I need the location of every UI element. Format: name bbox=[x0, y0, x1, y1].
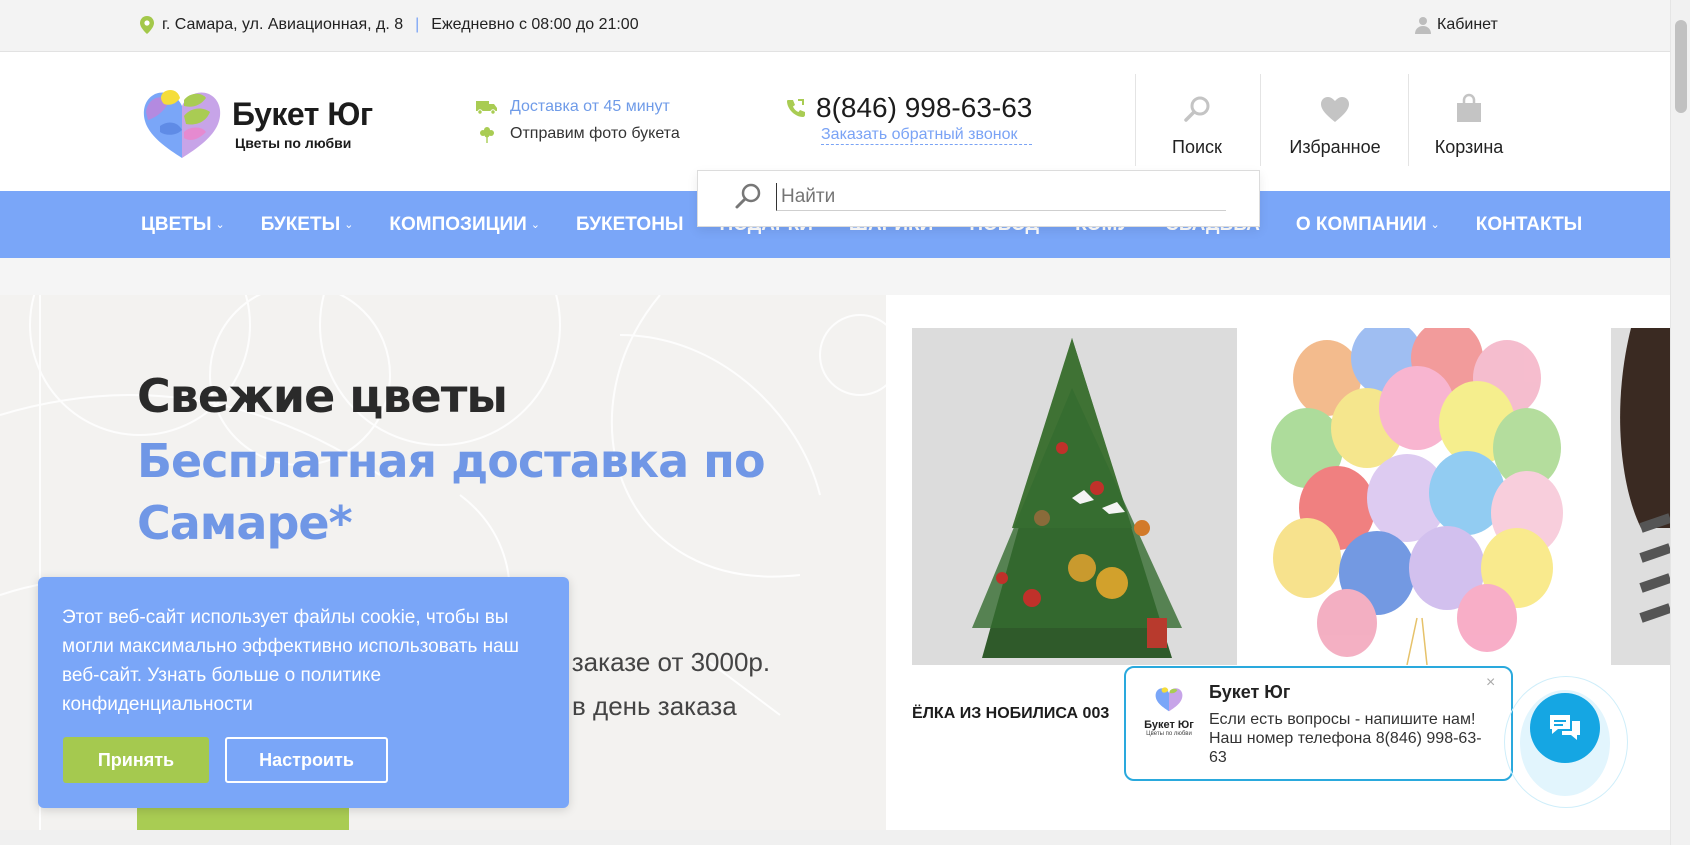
logo-text: Букет Юг Цветы по любви bbox=[232, 96, 373, 151]
heart-logo-icon bbox=[1155, 687, 1183, 712]
hero-subtitle: Бесплатная доставка по Самаре* bbox=[137, 434, 766, 550]
product-image-tree[interactable] bbox=[912, 328, 1237, 665]
cookie-text: Этот веб-сайт использует файлы cookie, ч… bbox=[62, 607, 519, 715]
header-divider bbox=[1408, 74, 1409, 166]
product-image-balloons[interactable] bbox=[1257, 320, 1581, 666]
header-divider bbox=[1260, 74, 1261, 166]
bottom-strip bbox=[0, 830, 1670, 845]
hero-title: Свежие цветы bbox=[137, 369, 508, 423]
nav-label: О КОМПАНИИ bbox=[1295, 213, 1427, 235]
photo-feature: Отправим фото букета bbox=[476, 125, 680, 143]
logo[interactable]: Букет Юг Цветы по любви bbox=[140, 86, 373, 160]
nav-item-contacts[interactable]: КОНТАКТЫ bbox=[1476, 214, 1583, 236]
partial-product-image bbox=[1611, 328, 1670, 665]
search-button[interactable]: Поиск bbox=[1150, 72, 1244, 166]
hero-top-gap bbox=[0, 258, 1670, 295]
address-text: г. Самара, ул. Авиационная, д. 8 bbox=[162, 16, 404, 33]
cart-button[interactable]: Корзина bbox=[1428, 72, 1510, 166]
phone-block: 8(846) 998-63-63 Заказать обратный звоно… bbox=[786, 92, 1033, 145]
chat-popup: Букет Юг Цветы по любви Букет Юг Если ес… bbox=[1124, 666, 1513, 781]
chat-logo-name: Букет Юг bbox=[1144, 719, 1194, 731]
hero-line-1: и заказе от 3000р. bbox=[550, 647, 771, 677]
truck-icon bbox=[476, 101, 497, 115]
product-name[interactable]: ЁЛКА ИЗ НОБИЛИСА 003 bbox=[912, 705, 1109, 723]
photo-text: Отправим фото букета bbox=[510, 125, 680, 142]
search-dropdown bbox=[697, 170, 1260, 227]
nav-item-buketony[interactable]: БУКЕТОНЫ bbox=[576, 214, 684, 236]
cart-label: Корзина bbox=[1434, 137, 1504, 157]
chat-title: Букет Юг bbox=[1209, 682, 1291, 702]
nav-item-compositions[interactable]: КОМПОЗИЦИИ ⌄ bbox=[389, 214, 540, 236]
search-icon bbox=[1184, 96, 1210, 122]
nav-label: ЦВЕТЫ bbox=[141, 213, 212, 235]
accept-button[interactable]: Принять bbox=[63, 737, 209, 783]
heart-icon bbox=[1321, 97, 1349, 122]
chat-open-button[interactable] bbox=[1530, 693, 1600, 763]
nav-item-bouquets[interactable]: БУКЕТЫ ⌄ bbox=[261, 214, 354, 236]
nav-label: КОМПОЗИЦИИ bbox=[389, 213, 527, 235]
scrollbar[interactable] bbox=[1670, 0, 1690, 845]
close-icon[interactable]: × bbox=[1486, 674, 1495, 692]
hours-text: Ежедневно с 08:00 до 21:00 bbox=[431, 16, 639, 33]
page: г. Самара, ул. Авиационная, д. 8 | Ежедн… bbox=[0, 0, 1690, 845]
flower-icon bbox=[480, 127, 494, 143]
hero-line-2: в день заказа bbox=[572, 691, 737, 721]
shopping-bag-icon bbox=[1457, 93, 1481, 122]
address-block: г. Самара, ул. Авиационная, д. 8 | Ежедн… bbox=[140, 16, 639, 34]
chevron-down-icon: ⌄ bbox=[1430, 219, 1440, 231]
chat-logo-tagline: Цветы по любви bbox=[1146, 731, 1192, 737]
cookie-settings-button[interactable]: Настроить bbox=[225, 737, 388, 783]
callback-link[interactable]: Заказать обратный звонок bbox=[821, 126, 1033, 145]
nav-label: КОНТАКТЫ bbox=[1475, 213, 1583, 235]
christmas-tree-image bbox=[912, 328, 1237, 665]
chevron-down-icon: ⌄ bbox=[344, 219, 354, 231]
chevron-down-icon: ⌄ bbox=[530, 219, 541, 231]
chat-message: Если есть вопросы - напишите нам! Наш но… bbox=[1209, 711, 1482, 766]
logo-name: Букет Юг bbox=[232, 95, 373, 132]
search-icon bbox=[735, 183, 761, 209]
scrollbar-thumb[interactable] bbox=[1675, 20, 1687, 113]
phone-text: 8(846) 998-63-63 bbox=[816, 92, 1033, 123]
cabinet-link[interactable]: Кабинет bbox=[1415, 16, 1498, 34]
nav-label: БУКЕТОНЫ bbox=[576, 213, 684, 235]
location-pin-icon bbox=[140, 16, 154, 34]
chat-bubble-icon bbox=[1550, 715, 1580, 740]
search-label: Поиск bbox=[1172, 137, 1222, 157]
chat-logo: Букет Юг Цветы по любви bbox=[1142, 686, 1196, 737]
search-input[interactable] bbox=[776, 183, 1226, 211]
nav-item-flowers[interactable]: ЦВЕТЫ ⌄ bbox=[141, 214, 225, 236]
nav-label: БУКЕТЫ bbox=[260, 213, 341, 235]
top-bar: г. Самара, ул. Авиационная, д. 8 | Ежедн… bbox=[0, 0, 1670, 52]
delivery-text: Доставка от 45 минут bbox=[510, 98, 670, 115]
user-icon bbox=[1415, 17, 1431, 34]
product-image-partial[interactable] bbox=[1611, 328, 1670, 665]
balloons-image bbox=[1257, 320, 1581, 666]
delivery-feature: Доставка от 45 минут bbox=[476, 98, 670, 116]
chevron-down-icon: ⌄ bbox=[215, 219, 225, 231]
phone-number[interactable]: 8(846) 998-63-63 bbox=[786, 92, 1032, 124]
cabinet-label: Кабинет bbox=[1437, 16, 1498, 33]
favorites-label: Избранное bbox=[1289, 137, 1381, 157]
phone-icon bbox=[787, 99, 805, 117]
logo-tagline: Цветы по любви bbox=[235, 134, 352, 151]
heart-logo-icon bbox=[143, 90, 221, 158]
separator: | bbox=[415, 16, 420, 33]
favorites-button[interactable]: Избранное bbox=[1282, 72, 1388, 166]
nav-item-about[interactable]: О КОМПАНИИ ⌄ bbox=[1296, 214, 1440, 236]
header-divider bbox=[1135, 74, 1136, 166]
cookie-banner: Этот веб-сайт использует файлы cookie, ч… bbox=[38, 577, 569, 808]
